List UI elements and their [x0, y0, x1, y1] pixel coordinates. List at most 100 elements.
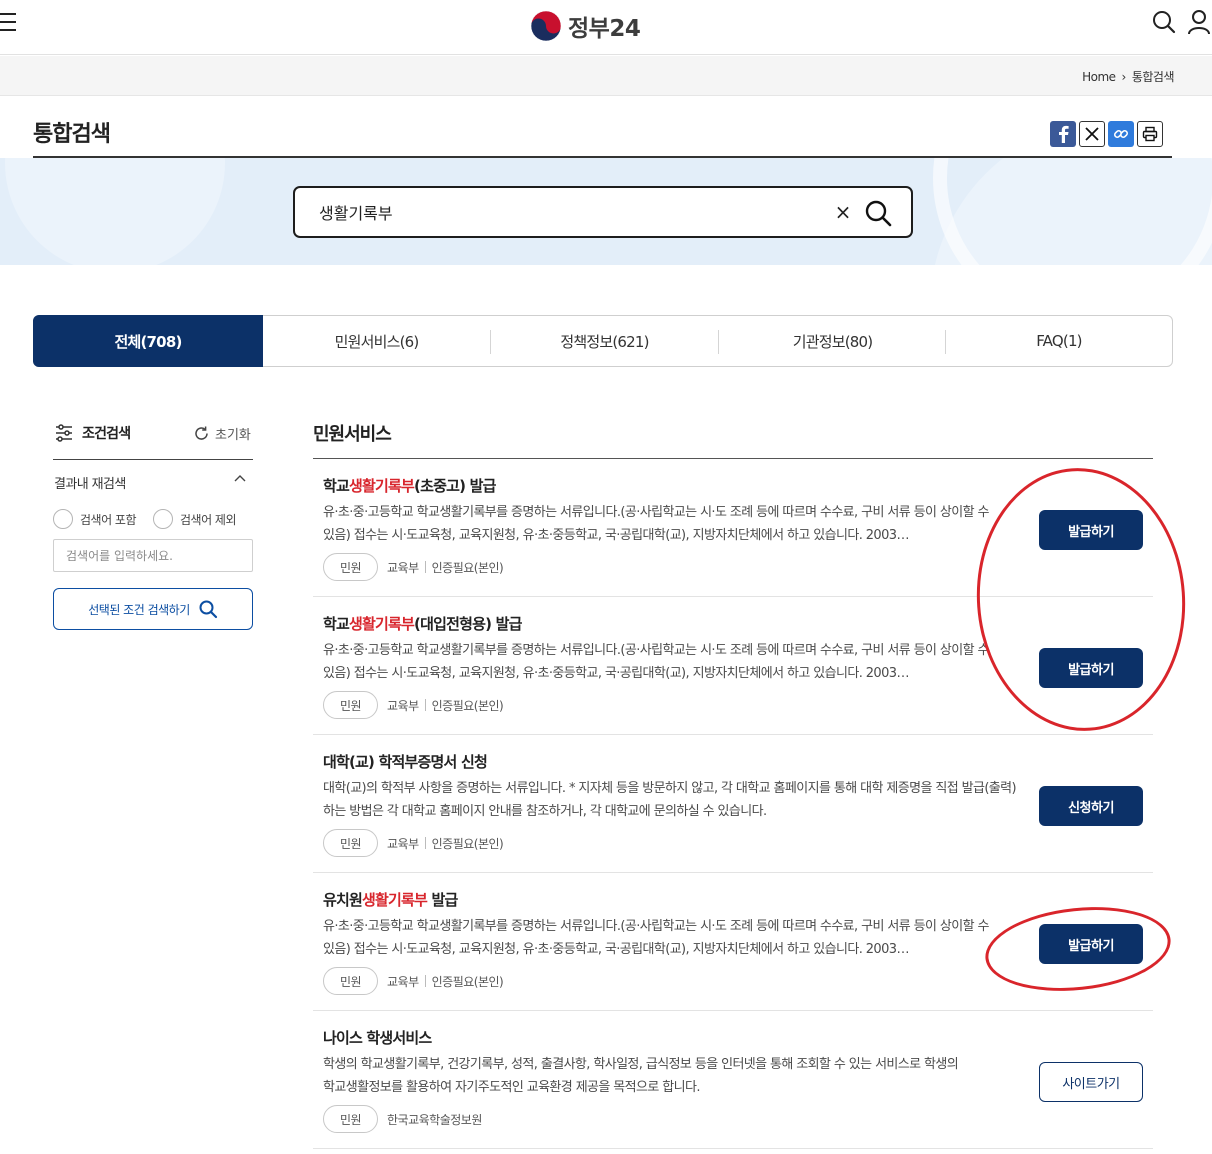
breadcrumb-bar: Home › 통합검색	[0, 56, 1212, 96]
condition-search-label: 선택된 조건 검색하기	[88, 602, 190, 617]
print-icon[interactable]	[1137, 121, 1163, 147]
search-icon[interactable]	[1151, 9, 1177, 35]
result-item: 유치원생활기록부 발급 유·초·중·고등학교 학교생활기록부를 증명하는 서류입…	[313, 873, 1153, 1011]
section-title: 민원서비스	[313, 424, 392, 445]
title-highlight: 생활기록부	[349, 615, 415, 633]
result-tabs: 전체(708) 민원서비스(6) 정책정보(621) 기관정보(80) FAQ(…	[33, 315, 1173, 367]
chevron-right-icon: ›	[1121, 69, 1127, 84]
radio-circle	[53, 509, 73, 529]
include-keyword-radio[interactable]: 검색어 포함	[53, 509, 137, 529]
result-item: 대학(교) 학적부증명서 신청 대학(교)의 학적부 사항을 증명하는 서류입니…	[313, 735, 1153, 873]
tab-agency[interactable]: 기관정보(80)	[719, 316, 946, 366]
issue-button[interactable]: 발급하기	[1039, 924, 1143, 964]
result-item: 학교생활기록부(대입전형용) 발급 유·초·중·고등학교 학교생활기록부를 증명…	[313, 597, 1153, 735]
exclude-keyword-label: 검색어 제외	[180, 512, 237, 527]
title-text: 학교	[323, 615, 350, 633]
title-text: 나이스 학생서비스	[323, 1029, 432, 1047]
org-name: 교육부	[387, 836, 419, 851]
result-item: 나이스 학생서비스 학생의 학교생활기록부, 건강기록부, 성적, 출결사항, …	[313, 1011, 1153, 1149]
reset-label: 초기화	[215, 428, 251, 443]
category-tag: 민원	[323, 1105, 378, 1133]
tab-all[interactable]: 전체(708)	[33, 315, 263, 367]
category-tag: 민원	[323, 829, 378, 857]
filter-title: 조건검색	[82, 426, 131, 442]
top-header: 정부24	[0, 0, 1212, 55]
result-title[interactable]: 대학(교) 학적부증명서 신청	[323, 751, 488, 772]
result-meta: 민원 교육부 인증필요(본인)	[323, 553, 504, 581]
search-submit-icon[interactable]	[863, 198, 893, 228]
category-tag: 민원	[323, 553, 378, 581]
title-text: 학교	[323, 477, 350, 495]
tab-policy[interactable]: 정책정보(621)	[491, 316, 718, 366]
breadcrumb-home[interactable]: Home	[1082, 70, 1116, 84]
refine-search-input[interactable]	[53, 539, 253, 572]
breadcrumb-current[interactable]: 통합검색	[1132, 68, 1175, 85]
org-name: 한국교육학술정보원	[387, 1112, 482, 1127]
result-description: 대학(교)의 학적부 사항을 증명하는 서류입니다. * 지자체 등을 방문하지…	[323, 781, 1017, 819]
result-description: 유·초·중·고등학교 학교생활기록부를 증명하는 서류입니다.(공·사립학교는 …	[323, 919, 989, 957]
chevron-up-icon[interactable]	[233, 472, 247, 486]
title-text: 대학(교) 학적부증명서 신청	[323, 753, 488, 771]
result-title[interactable]: 학교생활기록부(초중고) 발급	[323, 475, 496, 496]
auth-required: 인증필요(본인)	[431, 836, 504, 851]
result-meta: 민원 교육부 인증필요(본인)	[323, 691, 504, 719]
org-name: 교육부	[387, 974, 419, 989]
include-keyword-label: 검색어 포함	[80, 512, 137, 527]
title-text: 발급	[427, 891, 458, 909]
filter-divider	[53, 459, 253, 460]
clear-search-icon[interactable]: ×	[831, 198, 855, 226]
result-title[interactable]: 학교생활기록부(대입전형용) 발급	[323, 613, 522, 634]
reset-button[interactable]: 초기화	[193, 424, 251, 443]
search-box: ×	[293, 186, 913, 238]
breadcrumb: Home › 통합검색	[1082, 68, 1174, 85]
org-name: 교육부	[387, 560, 419, 575]
hamburger-menu-icon[interactable]	[0, 13, 18, 33]
title-text: (대입전형용) 발급	[414, 615, 522, 633]
issue-button[interactable]: 발급하기	[1039, 510, 1143, 550]
auth-required: 인증필요(본인)	[431, 698, 504, 713]
search-input[interactable]	[319, 200, 799, 224]
auth-required: 인증필요(본인)	[431, 560, 504, 575]
user-icon[interactable]	[1186, 9, 1212, 35]
search-icon	[199, 600, 217, 619]
refresh-icon	[195, 426, 208, 440]
title-highlight: 생활기록부	[362, 891, 428, 909]
taegeuk-logo-icon	[530, 10, 562, 42]
exclude-keyword-radio[interactable]: 검색어 제외	[153, 509, 237, 529]
category-tag: 민원	[323, 691, 378, 719]
page-title: 통합검색	[33, 122, 111, 147]
issue-button[interactable]: 발급하기	[1039, 648, 1143, 688]
radio-circle	[153, 509, 173, 529]
title-highlight: 생활기록부	[349, 477, 415, 495]
refine-search-title: 결과내 재검색	[54, 477, 126, 492]
org-name: 교육부	[387, 698, 419, 713]
filter-header: 조건검색	[54, 423, 131, 443]
facebook-icon[interactable]	[1050, 121, 1076, 147]
tab-faq[interactable]: FAQ(1)	[946, 316, 1172, 366]
result-meta: 민원 교육부 인증필요(본인)	[323, 829, 504, 857]
result-item: 학교생활기록부(초중고) 발급 유·초·중·고등학교 학교생활기록부를 증명하는…	[313, 459, 1153, 597]
visit-site-button[interactable]: 사이트가기	[1039, 1062, 1143, 1102]
condition-search-button[interactable]: 선택된 조건 검색하기	[53, 588, 253, 630]
x-icon[interactable]	[1079, 121, 1105, 147]
meta-divider	[424, 975, 426, 987]
auth-required: 인증필요(본인)	[431, 974, 504, 989]
apply-button[interactable]: 신청하기	[1039, 786, 1143, 826]
result-description: 유·초·중·고등학교 학교생활기록부를 증명하는 서류입니다.(공·사립학교는 …	[323, 643, 989, 681]
tab-civil-services[interactable]: 민원서비스(6)	[263, 316, 490, 366]
result-title[interactable]: 나이스 학생서비스	[323, 1027, 432, 1048]
logo-text: 정부24	[568, 16, 641, 42]
site-logo[interactable]: 정부24	[530, 8, 641, 44]
title-text: 유치원	[323, 891, 363, 909]
result-title[interactable]: 유치원생활기록부 발급	[323, 889, 458, 910]
result-description: 학생의 학교생활기록부, 건강기록부, 성적, 출결사항, 학사일정, 급식정보…	[323, 1057, 959, 1095]
result-description: 유·초·중·고등학교 학교생활기록부를 증명하는 서류입니다.(공·사립학교는 …	[323, 505, 989, 543]
result-meta: 민원 한국교육학술정보원	[323, 1105, 482, 1133]
result-meta: 민원 교육부 인증필요(본인)	[323, 967, 504, 995]
meta-divider	[424, 561, 426, 573]
title-text: (초중고) 발급	[414, 477, 496, 495]
link-icon[interactable]	[1108, 121, 1134, 147]
filter-sliders-icon	[56, 424, 72, 442]
meta-divider	[424, 699, 426, 711]
meta-divider	[424, 837, 426, 849]
